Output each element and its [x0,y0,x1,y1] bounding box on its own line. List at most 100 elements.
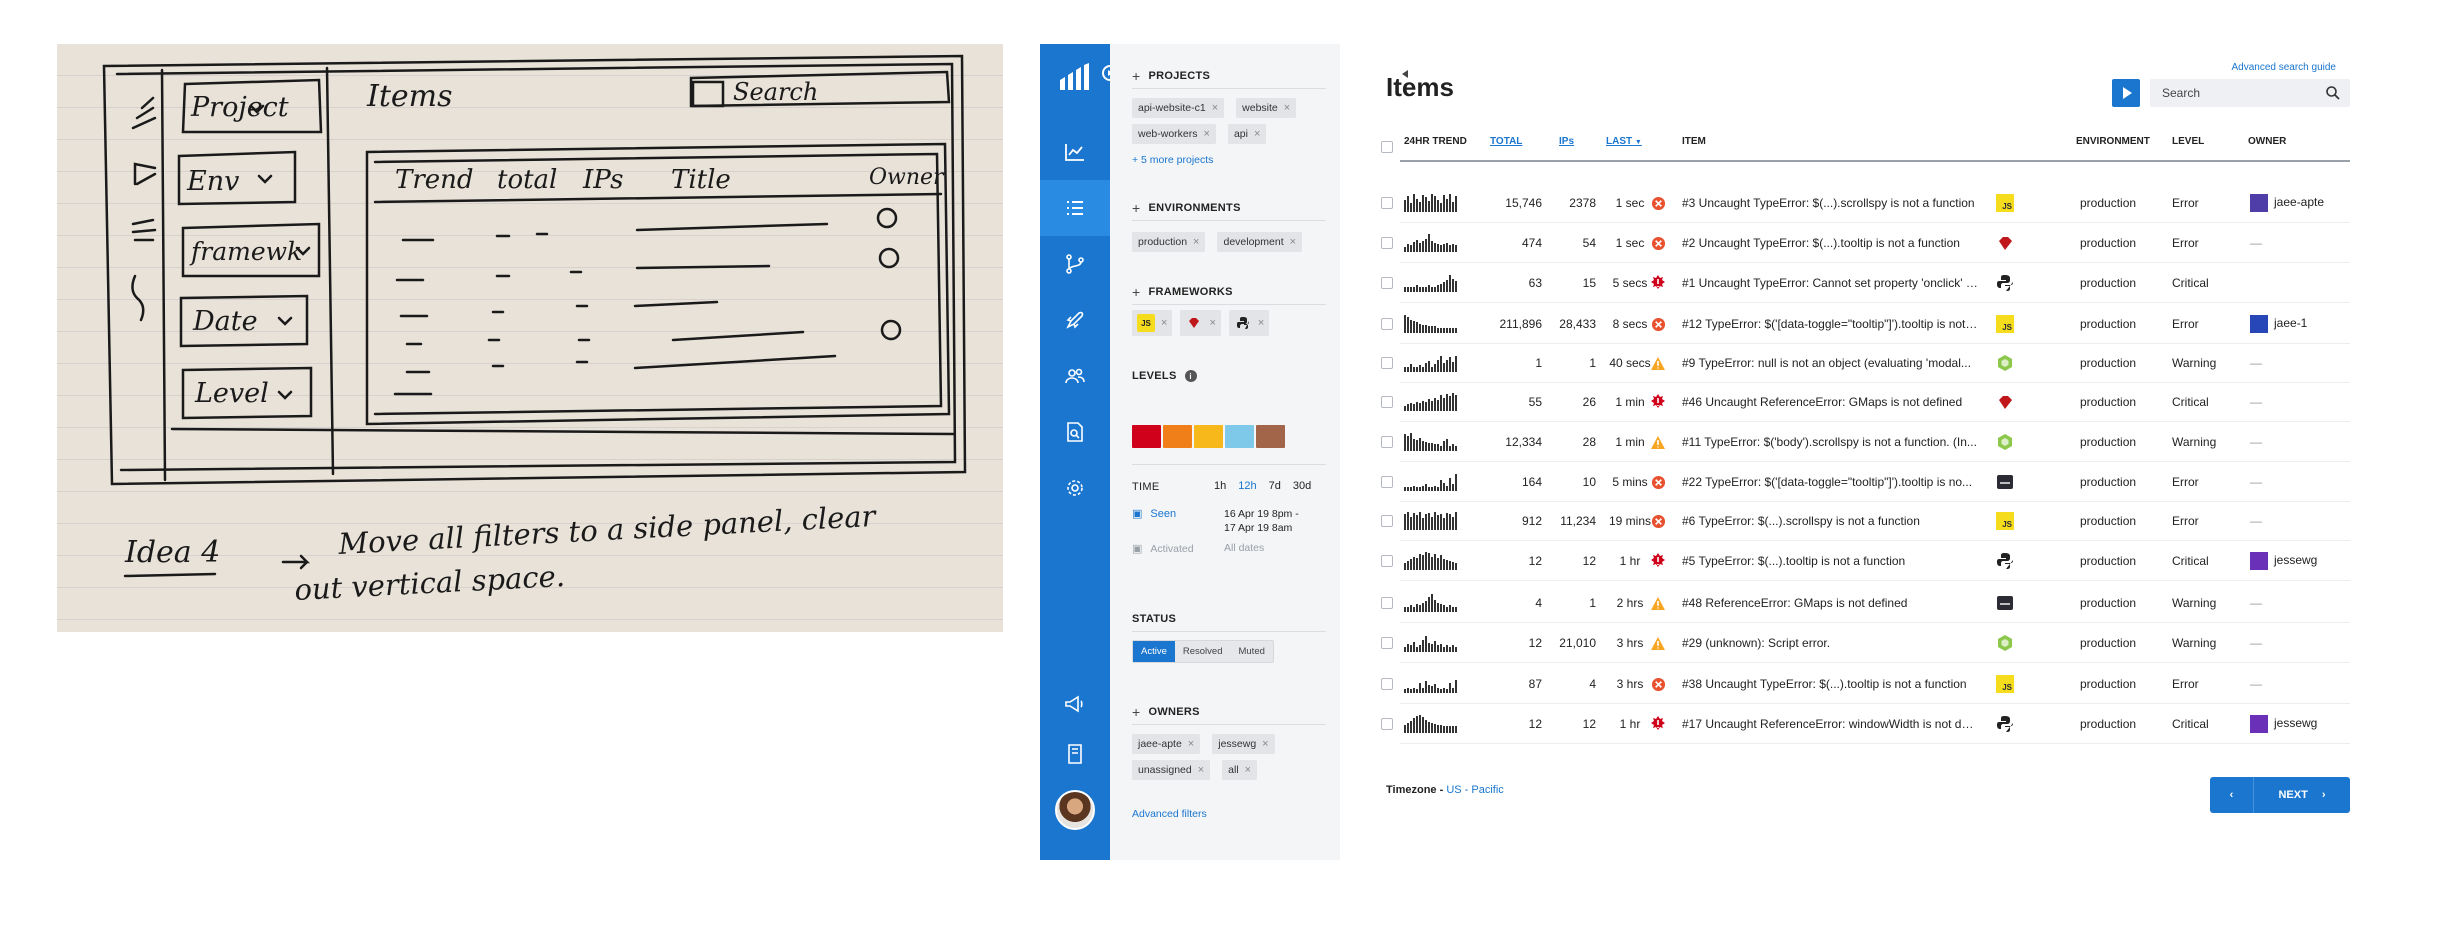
item-title[interactable]: #12 TypeError: $('[data-toggle="tooltip"… [1682,317,1978,331]
projects-header[interactable]: + PROJECTS [1132,68,1210,84]
select-all-checkbox[interactable] [1381,141,1393,153]
environments-header[interactable]: + ENVIRONMENTS [1132,200,1241,216]
search-input[interactable] [2150,79,2350,107]
table-row[interactable]: 87 4 3 hrs #38 Uncaught TypeError: $(...).t… [1340,664,2360,704]
chip-project[interactable]: api × [1227,124,1267,144]
rail-settings[interactable] [1040,460,1110,516]
row-checkbox[interactable] [1381,597,1393,609]
close-icon[interactable]: × [1193,236,1199,248]
close-icon[interactable]: × [1198,764,1204,776]
item-title[interactable]: #6 TypeError: $(...).scrollspy is not a … [1682,514,1978,528]
run-query-button[interactable] [2112,79,2140,107]
rail-docs[interactable] [1040,726,1110,782]
col-last[interactable]: LAST ▼ [1606,136,1642,147]
table-row[interactable]: 12,334 28 1 min #11 TypeError: $('body').sc… [1340,422,2360,462]
item-title[interactable]: #3 Uncaught TypeError: $(...).scrollspy … [1682,196,1978,210]
chip-framework-python[interactable]: × [1228,310,1270,336]
rail-rql[interactable] [1040,404,1110,460]
owner-cell[interactable]: — [2250,596,2262,610]
time-option-12h[interactable]: 12h [1238,480,1256,492]
level-swatch-warning[interactable] [1194,425,1223,448]
chip-owner[interactable]: unassigned × [1132,760,1211,780]
item-title[interactable]: #11 TypeError: $('body').scrollspy is no… [1682,435,1978,449]
owner-cell[interactable]: — [2250,395,2262,409]
item-title[interactable]: #1 Uncaught TypeError: Cannot set proper… [1682,276,1978,290]
close-icon[interactable]: × [1245,764,1251,776]
row-checkbox[interactable] [1381,357,1393,369]
close-icon[interactable]: × [1290,236,1296,248]
chip-framework-js[interactable]: JS × [1132,310,1173,336]
close-icon[interactable]: × [1209,317,1215,329]
time-option-30d[interactable]: 30d [1293,480,1311,492]
owner-cell[interactable]: — [2250,636,2262,650]
chip-owner[interactable]: jaee-apte × [1132,734,1201,754]
chip-project[interactable]: website × [1236,98,1297,118]
table-row[interactable]: 15,746 2378 1 sec #3 Uncaught TypeError: $(… [1340,183,2360,223]
chip-owner[interactable]: jessewg × [1212,734,1275,754]
table-row[interactable]: 1 1 40 secs #9 TypeError: null is not an ob… [1340,343,2360,383]
row-checkbox[interactable] [1381,678,1393,690]
item-title[interactable]: #46 Uncaught ReferenceError: GMaps is no… [1682,395,1978,409]
row-checkbox[interactable] [1381,718,1393,730]
item-title[interactable]: #9 TypeError: null is not an object (eva… [1682,356,1978,370]
row-checkbox[interactable] [1381,436,1393,448]
close-icon[interactable]: × [1258,317,1264,329]
table-row[interactable]: 12 12 1 hr #5 TypeError: $(...).tooltip is … [1340,541,2360,581]
timezone-value[interactable]: US - Pacific [1446,784,1503,796]
table-row[interactable]: 12 12 1 hr #17 Uncaught ReferenceError: win… [1340,704,2360,744]
owner-cell[interactable]: jessewg [2250,552,2317,570]
level-swatch-critical[interactable] [1132,425,1161,448]
chip-environment[interactable]: production × [1132,232,1206,252]
advanced-filters-link[interactable]: Advanced filters [1132,808,1207,820]
owner-cell[interactable]: — [2250,514,2262,528]
owner-cell[interactable]: — [2250,677,2262,691]
item-title[interactable]: #29 (unknown): Script error. [1682,636,1978,650]
row-checkbox[interactable] [1381,318,1393,330]
time-option-7d[interactable]: 7d [1269,480,1281,492]
table-row[interactable]: 164 10 5 mins #22 TypeError: $('[data-toggl… [1340,462,2360,502]
close-icon[interactable]: × [1284,102,1290,114]
table-row[interactable]: 12 21,010 3 hrs #29 (unknown): Script error… [1340,623,2360,663]
row-checkbox[interactable] [1381,637,1393,649]
col-total[interactable]: TOTAL [1490,136,1522,147]
close-icon[interactable]: × [1204,128,1210,140]
next-page-button[interactable]: NEXT › [2254,789,2350,801]
item-title[interactable]: #22 TypeError: $('[data-toggle="tooltip"… [1682,475,1978,489]
level-swatch-info[interactable] [1225,425,1254,448]
table-row[interactable]: 474 54 1 sec #2 Uncaught TypeError: $(...).… [1340,223,2360,263]
rail-items[interactable] [1040,180,1110,236]
owners-header[interactable]: + OWNERS [1132,704,1200,720]
table-row[interactable]: 211,896 28,433 8 secs #12 TypeError: $('[da… [1340,304,2360,344]
table-row[interactable]: 63 15 5 secs #1 Uncaught TypeError: Cannot … [1340,263,2360,303]
rail-dashboard[interactable] [1040,124,1110,180]
row-checkbox[interactable] [1381,476,1393,488]
advanced-search-guide-link[interactable]: Advanced search guide [2231,62,2336,73]
level-swatch-error[interactable] [1163,425,1192,448]
table-row[interactable]: 55 26 1 min #46 Uncaught ReferenceError: GM… [1340,382,2360,422]
chip-environment[interactable]: development × [1217,232,1303,252]
chip-framework-ruby[interactable]: × [1180,310,1221,336]
item-title[interactable]: #48 ReferenceError: GMaps is not defined [1682,596,1978,610]
close-icon[interactable]: × [1188,738,1194,750]
row-checkbox[interactable] [1381,237,1393,249]
prev-page-button[interactable]: ‹ [2210,777,2254,813]
owner-cell[interactable]: jaee-1 [2250,315,2307,333]
owner-cell[interactable]: — [2250,435,2262,449]
rail-deploys[interactable] [1040,292,1110,348]
seen-toggle[interactable]: ▣ Seen [1132,507,1176,521]
row-checkbox[interactable] [1381,515,1393,527]
row-checkbox[interactable] [1381,277,1393,289]
item-title[interactable]: #5 TypeError: $(...).tooltip is not a fu… [1682,554,1978,568]
owner-cell[interactable]: — [2250,475,2262,489]
owner-cell[interactable]: jaee-apte [2250,194,2324,212]
status-active[interactable]: Active [1133,641,1175,662]
table-row[interactable]: 4 1 2 hrs #48 ReferenceError: GMaps is not … [1340,583,2360,623]
row-checkbox[interactable] [1381,197,1393,209]
close-icon[interactable]: × [1161,317,1167,329]
close-icon[interactable]: × [1254,128,1260,140]
status-muted[interactable]: Muted [1230,641,1272,662]
frameworks-header[interactable]: + FRAMEWORKS [1132,284,1233,300]
chip-owner[interactable]: all × [1222,760,1258,780]
level-swatch-debug[interactable] [1256,425,1285,448]
owner-cell[interactable]: — [2250,356,2262,370]
